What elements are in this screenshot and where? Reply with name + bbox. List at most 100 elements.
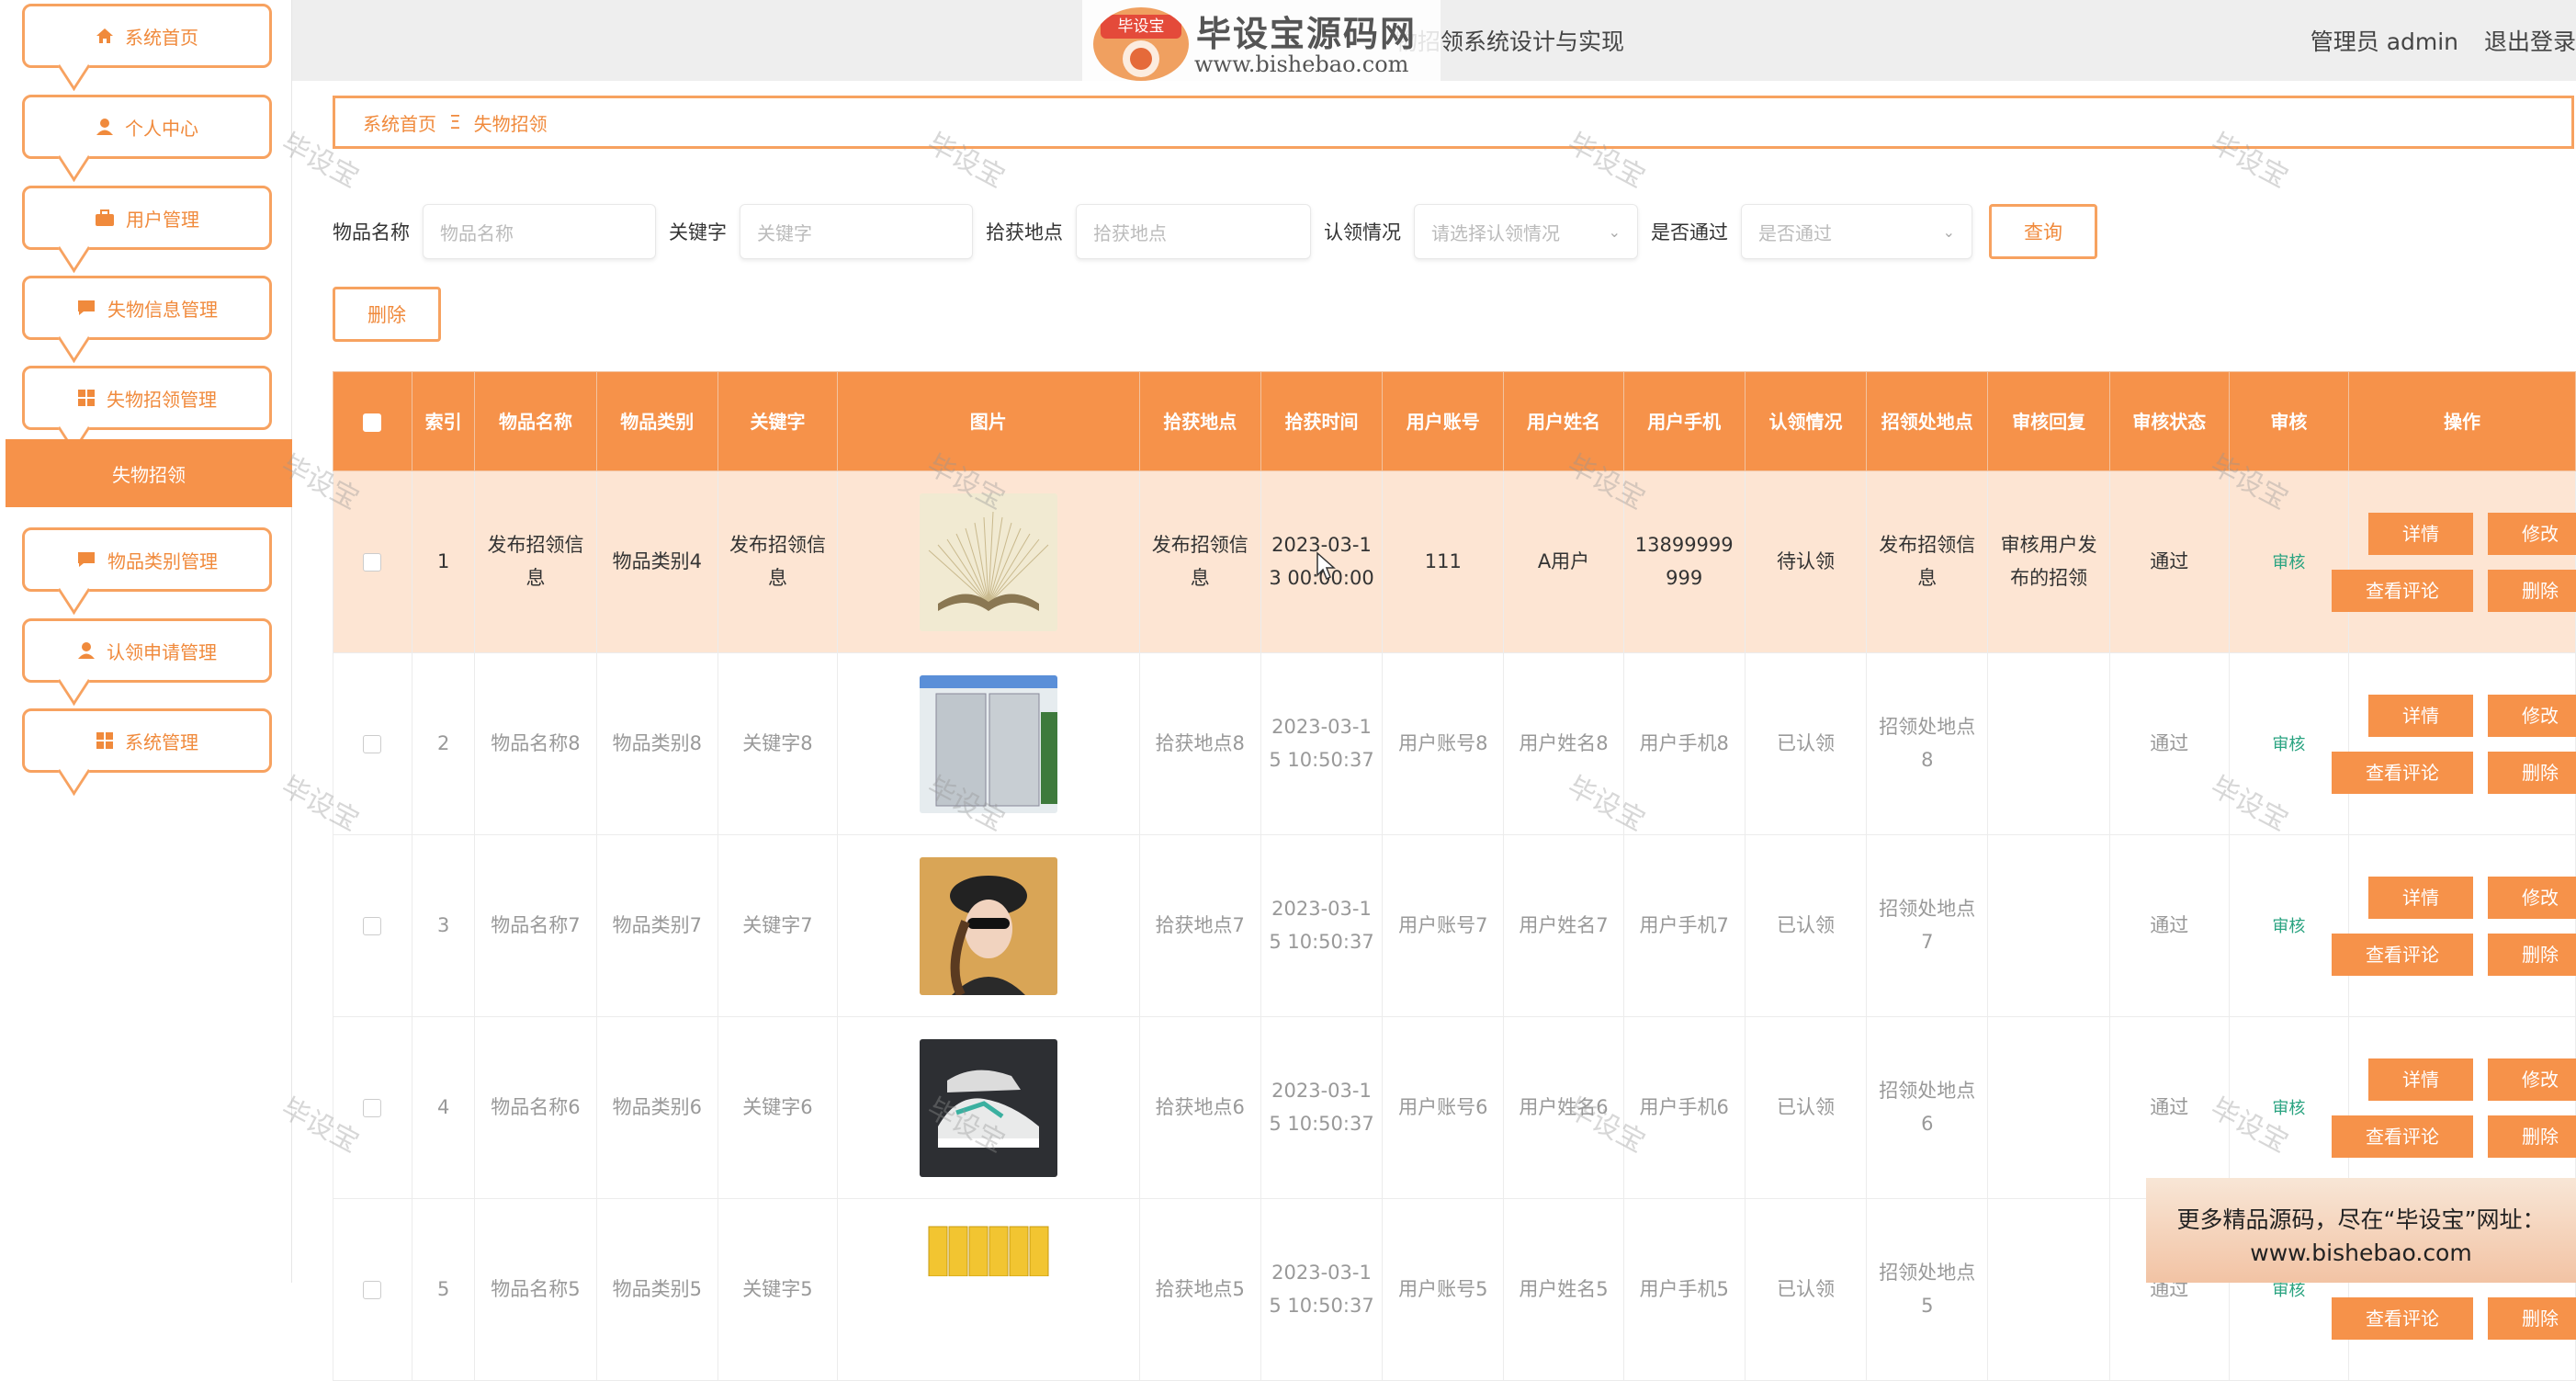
query-button[interactable]: 查询 [1989,204,2097,259]
table-header: 招领处地点 [1866,371,1989,471]
cell-username: 用户姓名6 [1503,1016,1624,1199]
sidebar-subitem-found[interactable]: 失物招领 [6,439,292,507]
detail-button[interactable]: 详情 [2367,512,2473,555]
view-comments-button[interactable]: 查看评论 [2331,569,2473,612]
edit-button[interactable]: 修改 [2487,1058,2576,1101]
claim-status-select[interactable]: 请选择认领情况 ⌄ [1414,204,1638,259]
audit-link[interactable]: 审核 [2272,1099,2305,1118]
delete-button[interactable]: 删除 [2487,1115,2576,1158]
item-name-input[interactable]: 物品名称 [423,204,656,259]
table-header: 操作 [2347,371,2576,471]
row-checkbox[interactable] [363,1280,382,1299]
row-select[interactable] [333,1016,412,1199]
delete-button[interactable]: 删除 [2487,569,2576,612]
row-checkbox[interactable] [363,916,382,935]
logout-link[interactable]: 退出登录 [2484,28,2576,55]
detail-button[interactable]: 详情 [2367,694,2473,737]
audit-link[interactable]: 审核 [2272,917,2305,936]
view-comments-button[interactable]: 查看评论 [2331,751,2473,794]
pass-placeholder: 是否通过 [1758,221,1832,244]
cell-status: 通过 [2108,834,2230,1017]
audit-link[interactable]: 审核 [2272,553,2305,572]
cell-office: 招领处地点8 [1866,652,1989,835]
row-select[interactable] [333,1198,412,1381]
batch-delete-button[interactable]: 删除 [333,287,441,342]
audit-link[interactable]: 审核 [2272,1281,2305,1300]
cell-index: 4 [411,1016,476,1199]
chat-icon [76,550,96,569]
row-select[interactable] [333,652,412,835]
sidebar-item-system[interactable]: 系统管理 [22,708,272,773]
delete-button[interactable]: 删除 [2487,751,2576,794]
briefcase-icon [95,209,115,227]
detail-button[interactable]: 详情 [2367,876,2473,919]
row-checkbox[interactable] [363,734,382,753]
user-label: 管理员 admin [2310,28,2459,55]
sidebar-item-lost-info[interactable]: 失物信息管理 [22,276,272,340]
audit-link[interactable]: 审核 [2272,735,2305,754]
grid-icon [96,731,114,750]
table-header: 拾获时间 [1260,371,1384,471]
cell-place: 拾获地点8 [1138,652,1261,835]
user-area: 管理员 admin 退出登录 [2292,24,2576,57]
cell-keyword: 关键字5 [717,1198,839,1381]
sidebar-item-claims[interactable]: 认领申请管理 [22,618,272,683]
sidebar-item-personal[interactable]: 个人中心 [22,95,272,159]
delete-button[interactable]: 删除 [2487,1296,2576,1340]
cell-name: 物品名称7 [474,834,597,1017]
cell-place: 拾获地点6 [1138,1016,1261,1199]
cell-operations: 详情修改查看评论删除 [2331,1016,2576,1199]
edit-button[interactable]: 修改 [2487,694,2576,737]
row-checkbox[interactable] [363,1098,382,1117]
table-header: 拾获地点 [1138,371,1261,471]
keyword-input[interactable]: 关键字 [740,204,973,259]
sidebar-item-category[interactable]: 物品类别管理 [22,527,272,592]
cell-phone: 用户手机7 [1622,834,1746,1017]
cell-keyword: 关键字6 [717,1016,839,1199]
edit-button[interactable]: 修改 [2487,876,2576,919]
mouse-cursor-icon [1316,551,1336,581]
header-select-all[interactable] [333,371,412,471]
cell-audit: 审核 [2228,834,2349,1017]
item-image[interactable] [919,856,1057,995]
label-found-place: 拾获地点 [986,221,1063,243]
sidebar-item-label: 失物信息管理 [107,298,218,321]
row-checkbox[interactable] [363,552,382,572]
promo-line-2: www.bishebao.com [2250,1240,2472,1266]
cell-claim: 已认领 [1744,1016,1868,1199]
cell-category: 物品类别8 [595,652,718,835]
breadcrumb-home[interactable]: 系统首页 [363,109,436,136]
cell-time: 2023-03-15 10:50:37 [1260,652,1384,835]
table-header: 图片 [837,371,1140,471]
label-claim-status: 认领情况 [1324,221,1401,243]
cell-category: 物品类别7 [595,834,718,1017]
cell-phone: 13899999999 [1622,470,1746,653]
sidebar-item-found-manage[interactable]: 失物招领管理 [22,366,272,430]
edit-button[interactable]: 修改 [2487,512,2576,555]
row-select[interactable] [333,470,412,653]
delete-button[interactable]: 删除 [2487,933,2576,976]
cell-account: 用户账号8 [1382,652,1505,835]
view-comments-button[interactable]: 查看评论 [2331,1115,2473,1158]
table-header: 审核回复 [1987,371,2110,471]
found-place-input[interactable]: 拾获地点 [1076,204,1311,259]
table-header-row: 索引 物品名称 物品类别 关键字 图片 拾获地点 拾获时间 用户账号 用户姓名 … [333,371,2576,471]
cell-reply [1987,1016,2110,1199]
view-comments-button[interactable]: 查看评论 [2331,1296,2473,1340]
cell-account: 111 [1382,470,1505,653]
row-select[interactable] [333,834,412,1017]
item-image[interactable] [919,674,1057,813]
sidebar-item-label: 个人中心 [125,117,198,140]
cell-office: 发布招领信息 [1866,470,1989,653]
item-image[interactable] [919,1038,1057,1177]
item-image[interactable] [919,492,1057,631]
select-all-checkbox[interactable] [363,413,382,432]
cell-claim: 已认领 [1744,652,1868,835]
detail-button[interactable]: 详情 [2367,1058,2473,1101]
item-image[interactable] [919,1220,1057,1359]
sidebar-item-home[interactable]: 系统首页 [22,4,272,68]
view-comments-button[interactable]: 查看评论 [2331,933,2473,976]
pass-select[interactable]: 是否通过 ⌄ [1741,204,1972,259]
table-header: 关键字 [717,371,839,471]
sidebar-item-users[interactable]: 用户管理 [22,186,272,250]
